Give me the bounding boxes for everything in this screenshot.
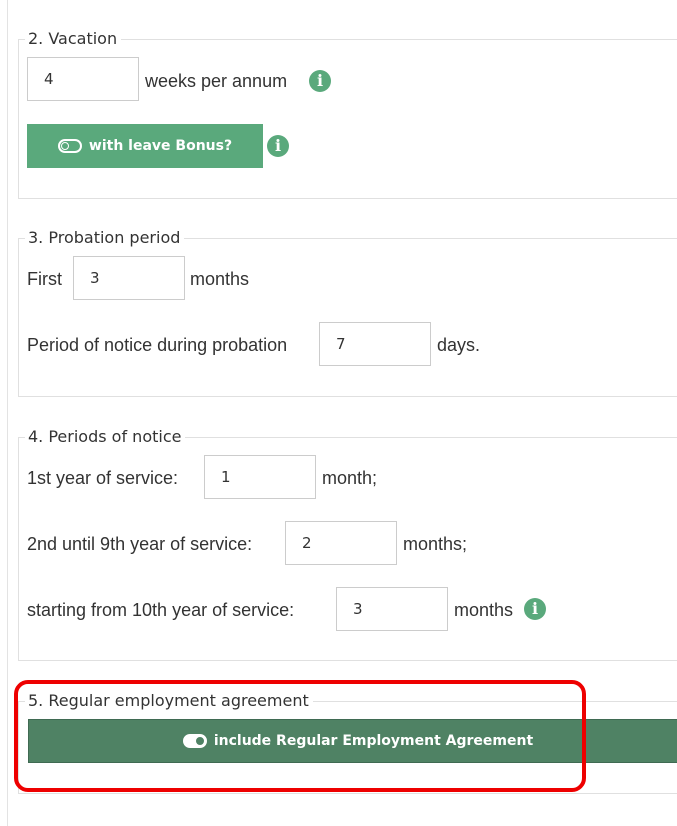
leave-bonus-label: with leave Bonus?	[88, 138, 233, 154]
notice-legend: 4. Periods of notice	[28, 427, 182, 446]
probation-notice-label: Period of notice during probation	[27, 335, 288, 355]
vacation-section: 2. Vacation	[18, 30, 677, 199]
vacation-weeks-input[interactable]: 4	[27, 57, 139, 101]
probation-days-label: days.	[437, 335, 481, 355]
page-left-divider	[7, 0, 8, 826]
probation-notice-input[interactable]: 7	[319, 322, 431, 366]
vacation-weeks-label: weeks per annum	[145, 71, 288, 91]
notice-year1-label: 1st year of service:	[27, 468, 179, 488]
highlight-box	[14, 680, 586, 792]
notice-year2-label: 2nd until 9th year of service:	[27, 534, 253, 554]
info-icon[interactable]: i	[524, 598, 546, 620]
notice-year2-input[interactable]: 2	[285, 521, 397, 565]
info-icon[interactable]: i	[267, 135, 289, 157]
notice-year1-input[interactable]: 1	[204, 455, 316, 499]
toggle-off-icon	[57, 139, 82, 153]
probation-months-label: months	[190, 269, 250, 289]
notice-year10-label: starting from 10th year of service:	[27, 600, 295, 620]
notice-year2-unit: months;	[403, 534, 468, 554]
vacation-legend: 2. Vacation	[28, 29, 118, 48]
leave-bonus-toggle-button[interactable]: with leave Bonus?	[27, 124, 263, 168]
probation-first-label: First	[27, 269, 62, 289]
probation-legend: 3. Probation period	[28, 228, 181, 247]
probation-months-input[interactable]: 3	[73, 256, 185, 300]
probation-section: 3. Probation period	[18, 229, 677, 397]
notice-year1-unit: month;	[322, 468, 378, 488]
notice-year10-unit: months	[454, 600, 514, 620]
info-icon[interactable]: i	[309, 70, 331, 92]
notice-year10-input[interactable]: 3	[336, 587, 448, 631]
